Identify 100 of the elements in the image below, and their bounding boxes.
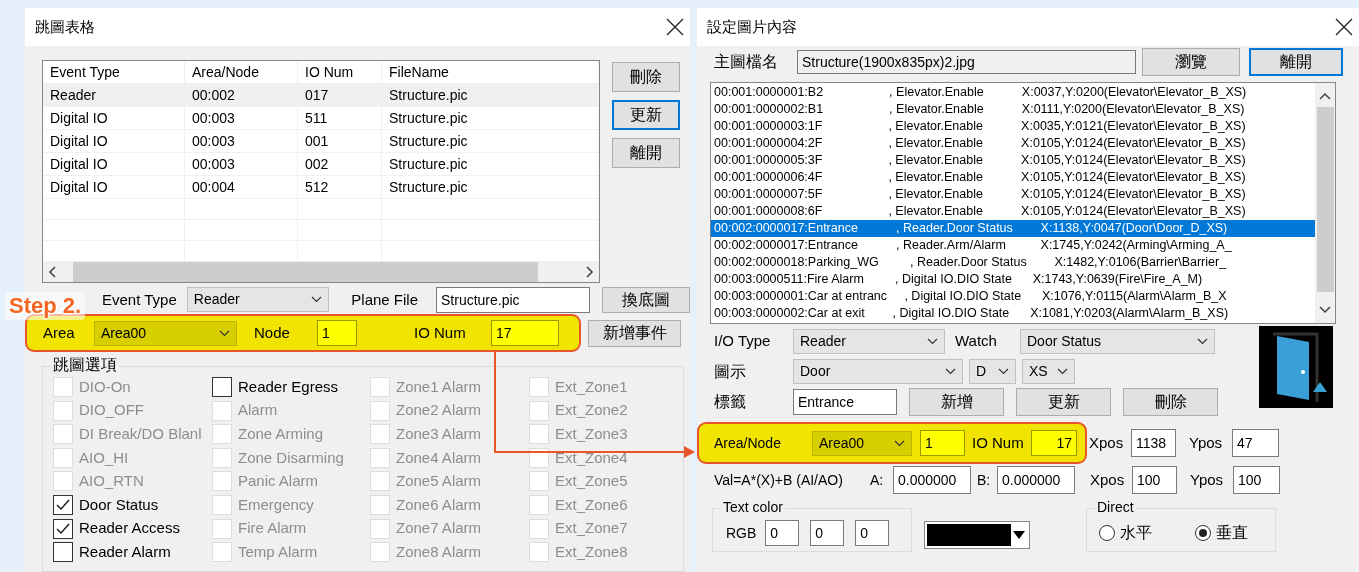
list-item[interactable]: 00:001:0000003:1F , Elevator.Enable X:0035,Y:0121(Elevator\Elevator_B_XS) — [711, 118, 1315, 135]
list-item[interactable]: 00:003:0000002:Car at exit , Digital IO.DIO State X:1081,Y:0203(Alarm\Alarm_B_XS) — [711, 305, 1315, 322]
list-item[interactable]: 00:001:0000006:4F , Elevator.Enable X:0105,Y:0124(Elevator\Elevator_B_XS) — [711, 169, 1315, 186]
table-cell: Reader — [43, 83, 185, 107]
input-field[interactable]: 100 — [1132, 466, 1177, 494]
dropdown[interactable]: Reader — [793, 329, 945, 354]
dropdown[interactable]: Area00 — [812, 430, 912, 456]
checkbox-label: Zone2 Alarm — [396, 400, 482, 421]
checkbox-label: DIO_OFF — [79, 400, 144, 421]
color-dropdown[interactable] — [924, 521, 1030, 549]
caret-icon — [1197, 338, 1208, 345]
input-field[interactable]: 0.000000 — [893, 466, 971, 494]
button[interactable]: 刪除 — [612, 61, 680, 92]
input-field[interactable]: 1138 — [1131, 429, 1176, 457]
dropdown[interactable]: Reader — [186, 287, 330, 313]
step-label: Step 2. — [5, 292, 86, 320]
list-item[interactable]: 00:002:0000017:Entrance , Reader.Arm/Alarm X:1745,Y:0242(Arming\Arming_A_ — [711, 237, 1315, 254]
input-field[interactable]: 0 — [765, 520, 800, 546]
field-label: Area — [43, 323, 76, 343]
field-label: Area/Node — [714, 433, 782, 453]
column-header[interactable]: FileName — [382, 60, 599, 84]
checkbox[interactable] — [212, 377, 232, 398]
field-label: Xpos — [1089, 432, 1125, 453]
button[interactable]: 離開 — [1249, 48, 1343, 76]
radio-button[interactable] — [1099, 525, 1115, 541]
dropdown[interactable]: Area00 — [94, 320, 237, 346]
table-cell: 00:003 — [185, 106, 298, 130]
checkbox-label: Ext_Zone1 — [555, 376, 628, 397]
caret-icon — [927, 338, 938, 345]
column-header[interactable]: Event Type — [43, 60, 185, 84]
list-item[interactable]: 00:002:0000018:Parking_WG , Reader.Door Status X:1482,Y:0106(Barrier\Barrier_ — [711, 254, 1315, 271]
list-item[interactable]: 00:003:0000511:Fire Alarm , Digital IO.DIO State X:1743,Y:0639(Fire\Fire_A_M) — [711, 271, 1315, 288]
button[interactable]: 刪除 — [1123, 388, 1218, 416]
list-item[interactable]: 00:001:0000004:2F , Elevator.Enable X:0105,Y:0124(Elevator\Elevator_B_XS) — [711, 135, 1315, 152]
field-label: Ypos — [1189, 432, 1224, 453]
table-cell: Digital IO — [43, 106, 185, 130]
field-label: Node — [254, 323, 291, 343]
input-field[interactable]: 0 — [810, 520, 845, 546]
input-field[interactable]: Structure.pic — [436, 286, 590, 313]
button[interactable]: 換底圖 — [602, 286, 690, 313]
input-field[interactable]: 17 — [1031, 430, 1077, 456]
checkbox-label: Zone5 Alarm — [396, 471, 482, 492]
caret-icon — [1011, 530, 1027, 540]
dropdown[interactable]: Door — [793, 359, 963, 384]
dropdown[interactable]: XS — [1022, 359, 1075, 384]
list-item[interactable]: 00:001:0000002:B1 , Elevator.Enable X:0111,Y:0200(Elevator\Elevator_B_XS) — [711, 101, 1315, 118]
field-label: Event Type — [102, 289, 177, 310]
table-row[interactable]: Reader 00:002 017 Structure.pic — [43, 83, 599, 107]
close-icon[interactable] — [666, 17, 684, 36]
checkbox[interactable] — [53, 542, 73, 563]
close-icon[interactable] — [1335, 18, 1353, 36]
column-header[interactable]: Area/Node — [185, 60, 298, 84]
list-item[interactable]: 00:001:0000007:5F , Elevator.Enable X:0105,Y:0124(Elevator\Elevator_B_XS) — [711, 186, 1315, 203]
caret-icon — [1057, 368, 1068, 375]
field-label: Xpos — [1090, 469, 1126, 490]
horizontal-scrollbar[interactable] — [43, 261, 599, 282]
checkbox[interactable] — [53, 495, 73, 515]
table-row[interactable]: Digital IO 00:003 511 Structure.pic — [43, 106, 599, 130]
table-row[interactable]: Digital IO 00:003 002 Structure.pic — [43, 152, 599, 176]
list-item[interactable]: 00:003:0000001:Car at entranc , Digital IO.DIO State X:1076,Y:0115(Alarm\Alarm_B_X — [711, 288, 1315, 305]
input-field[interactable]: Entrance — [793, 389, 897, 415]
list-item[interactable]: 00:001:0000001:B2 , Elevator.Enable X:0037,Y:0200(Elevator\Elevator_B_XS) — [711, 84, 1315, 101]
table-cell: 00:004 — [185, 175, 298, 199]
table-row[interactable]: Digital IO 00:003 001 Structure.pic — [43, 129, 599, 153]
checkbox-label: Ext_Zone4 — [555, 447, 628, 468]
button[interactable]: 更新 — [612, 99, 680, 130]
checkbox-label: Reader Alarm — [79, 541, 171, 562]
field-label: B: — [977, 470, 992, 490]
input-field[interactable]: 1 — [317, 320, 357, 347]
list-item[interactable]: 00:001:0000005:3F , Elevator.Enable X:0105,Y:0124(Elevator\Elevator_B_XS) — [711, 152, 1315, 169]
button[interactable]: 離開 — [612, 137, 680, 168]
table-cell: 00:002 — [185, 83, 298, 107]
input-field[interactable]: 0.000000 — [997, 466, 1075, 494]
table-cell: Digital IO — [43, 175, 185, 199]
input-field[interactable]: 47 — [1232, 429, 1279, 457]
checkbox-label: Reader Access — [79, 518, 180, 539]
button[interactable]: 新增 — [909, 388, 1004, 416]
table-row[interactable]: Digital IO 00:004 512 Structure.pic — [43, 175, 599, 199]
table-cell: Structure.pic — [382, 152, 599, 176]
input-field[interactable]: Structure(1900x835px)2.jpg — [797, 50, 1136, 74]
dropdown[interactable]: D — [969, 359, 1016, 384]
list-item[interactable]: 00:002:0000017:Entrance , Reader.Door Status X:1138,Y:0047(Door\Door_D_XS) — [711, 220, 1315, 237]
button[interactable]: 新增事件 — [588, 319, 681, 347]
checkbox-label: Ext_Zone6 — [555, 494, 628, 515]
button[interactable]: 更新 — [1016, 388, 1111, 416]
column-header[interactable]: IO Num — [298, 60, 382, 84]
input-field[interactable]: 1 — [920, 430, 965, 456]
radio-button[interactable] — [1195, 525, 1211, 541]
vertical-scrollbar[interactable] — [1315, 83, 1335, 323]
input-field[interactable]: 100 — [1233, 466, 1280, 494]
table-cell: 00:003 — [185, 129, 298, 153]
table-cell: 001 — [298, 129, 382, 153]
checkbox[interactable] — [53, 518, 73, 539]
button[interactable]: 瀏覽 — [1142, 48, 1240, 76]
field-label: IO Num — [972, 432, 1025, 453]
dropdown[interactable]: Door Status — [1020, 329, 1215, 354]
radio-label: 垂直 — [1216, 523, 1248, 543]
input-field[interactable]: 0 — [855, 520, 890, 546]
list-item[interactable]: 00:001:0000008:6F , Elevator.Enable X:0105,Y:0124(Elevator\Elevator_B_XS) — [711, 203, 1315, 220]
input-field[interactable]: 17 — [491, 320, 559, 347]
